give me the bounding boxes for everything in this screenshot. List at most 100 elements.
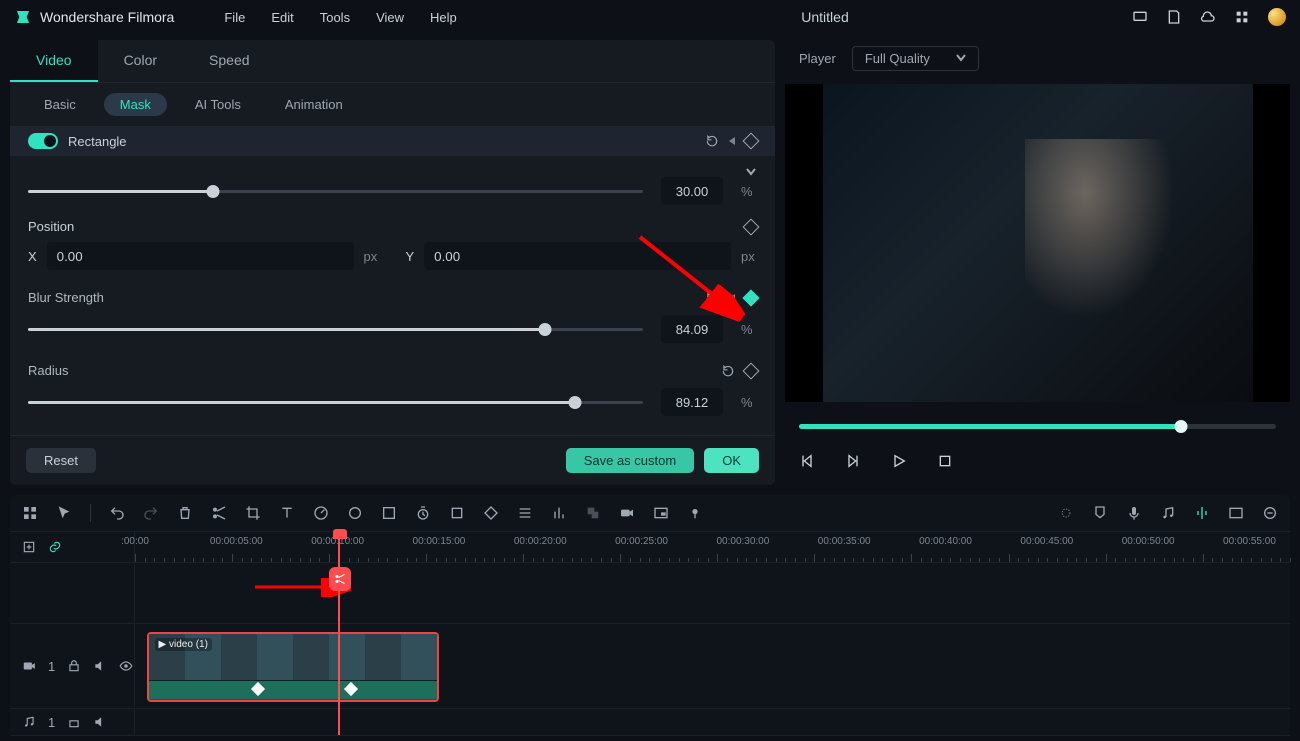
mask-section-header: Rectangle [10, 126, 775, 156]
tab-video[interactable]: Video [10, 40, 98, 82]
audio-track-icon [22, 715, 36, 729]
radius-value[interactable]: 89.12 [661, 388, 723, 416]
stop-icon[interactable] [937, 453, 953, 469]
position-x-unit: px [364, 249, 380, 264]
render-icon[interactable] [1058, 505, 1074, 521]
marker-icon[interactable] [1092, 505, 1108, 521]
play-icon[interactable] [891, 453, 907, 469]
link-tracks-icon[interactable] [48, 540, 62, 554]
subtab-basic[interactable]: Basic [28, 93, 92, 116]
screen-icon[interactable] [1132, 9, 1148, 25]
radius-label: Radius [28, 363, 68, 378]
ok-button[interactable]: OK [704, 448, 759, 473]
properties-sub-tabs: Basic Mask AI Tools Animation [10, 83, 775, 126]
text-icon[interactable] [279, 505, 295, 521]
step-back-icon[interactable] [799, 453, 815, 469]
step-forward-icon[interactable] [845, 453, 861, 469]
undo-icon[interactable] [109, 505, 125, 521]
track-expand-icon[interactable] [449, 505, 465, 521]
voiceover-icon[interactable] [687, 505, 703, 521]
lock-audio-icon[interactable] [67, 715, 81, 729]
video-preview[interactable] [785, 84, 1290, 402]
app-title: Wondershare Filmora [40, 9, 174, 25]
delete-icon[interactable] [177, 505, 193, 521]
ruler-tick-label: 00:00:25:00 [615, 536, 668, 547]
menu-edit[interactable]: Edit [271, 10, 293, 25]
zoom-out-icon[interactable] [1262, 505, 1278, 521]
mic-icon[interactable] [1126, 505, 1142, 521]
timeline-ruler[interactable]: :00:0000:00:05:0000:00:10:0000:00:15:000… [135, 532, 1290, 562]
ruler-tick-label: 00:00:05:00 [210, 536, 263, 547]
player-quality-dropdown[interactable]: Full Quality [852, 46, 979, 71]
subtab-animation[interactable]: Animation [269, 93, 359, 116]
apps-grid-icon[interactable] [1234, 9, 1250, 25]
tab-color[interactable]: Color [98, 40, 183, 82]
mask-enable-toggle[interactable] [28, 133, 58, 149]
menu-view[interactable]: View [376, 10, 404, 25]
reset-button[interactable]: Reset [26, 448, 96, 473]
timeline-panel: :00:0000:00:05:0000:00:10:0000:00:15:000… [10, 495, 1290, 735]
prev-keyframe-icon[interactable] [729, 137, 735, 145]
green-screen-icon[interactable] [381, 505, 397, 521]
group-icon[interactable] [585, 505, 601, 521]
timeline-playhead[interactable] [338, 531, 340, 735]
menubar: File Edit Tools View Help [224, 10, 456, 25]
redo-icon[interactable] [143, 505, 159, 521]
eye-track-icon[interactable] [119, 659, 133, 673]
reset-section-icon[interactable] [705, 134, 719, 148]
ruler-tick-label: 00:00:20:00 [514, 536, 567, 547]
section-keyframe-icon[interactable] [743, 133, 760, 150]
video-clip[interactable]: ▶ video (1) [147, 632, 440, 702]
color-icon[interactable] [347, 505, 363, 521]
split-at-playhead-icon[interactable] [329, 567, 351, 591]
menu-file[interactable]: File [224, 10, 245, 25]
speed-icon[interactable] [313, 505, 329, 521]
mute-track-icon[interactable] [93, 659, 107, 673]
app-logo-icon [14, 8, 32, 26]
layout-icon[interactable] [22, 505, 38, 521]
mute-audio-icon[interactable] [93, 715, 107, 729]
menu-tools[interactable]: Tools [320, 10, 350, 25]
radius-keyframe-icon[interactable] [743, 362, 760, 379]
save-icon[interactable] [1166, 9, 1182, 25]
safe-zone-icon[interactable] [1228, 505, 1244, 521]
chevron-down-icon[interactable] [745, 166, 757, 178]
audio-track-header: 1 [10, 709, 135, 735]
save-as-custom-button[interactable]: Save as custom [566, 448, 695, 473]
video-track-body[interactable]: ▶ video (1) [135, 624, 1290, 708]
cursor-icon[interactable] [56, 505, 72, 521]
subtab-aitools[interactable]: AI Tools [179, 93, 257, 116]
cloud-upload-icon[interactable] [1200, 9, 1216, 25]
crop-icon[interactable] [245, 505, 261, 521]
radius-reset-icon[interactable] [721, 364, 735, 378]
add-track-icon[interactable] [22, 540, 36, 554]
audio-mixer-icon[interactable] [551, 505, 567, 521]
blur-slider[interactable] [28, 328, 643, 331]
player-label: Player [799, 51, 836, 66]
snap-icon[interactable] [1194, 505, 1210, 521]
radius-slider[interactable] [28, 401, 643, 404]
lock-track-icon[interactable] [67, 659, 81, 673]
audio-icon[interactable] [1160, 505, 1176, 521]
chevron-down-icon [956, 53, 966, 63]
user-avatar[interactable] [1268, 8, 1286, 26]
radius-unit: % [741, 395, 757, 410]
keyframe-tool-icon[interactable] [483, 505, 499, 521]
duration-icon[interactable] [415, 505, 431, 521]
adjustments-icon[interactable] [517, 505, 533, 521]
properties-major-tabs: Video Color Speed [10, 40, 775, 83]
position-x-input[interactable] [47, 242, 354, 270]
properties-panel: Video Color Speed Basic Mask AI Tools An… [10, 40, 775, 485]
rotate-value[interactable]: 30.00 [661, 177, 723, 205]
record-icon[interactable] [619, 505, 635, 521]
mask-shape-label: Rectangle [68, 134, 127, 149]
properties-footer: Reset Save as custom OK [10, 435, 775, 485]
subtab-mask[interactable]: Mask [104, 93, 167, 116]
scissors-icon[interactable] [211, 505, 227, 521]
pip-icon[interactable] [653, 505, 669, 521]
tab-speed[interactable]: Speed [183, 40, 275, 82]
video-track-icon [22, 659, 36, 673]
ruler-tick-label: 00:00:55:00 [1223, 536, 1276, 547]
player-progress[interactable] [799, 424, 1276, 429]
rotate-slider[interactable] [28, 190, 643, 193]
